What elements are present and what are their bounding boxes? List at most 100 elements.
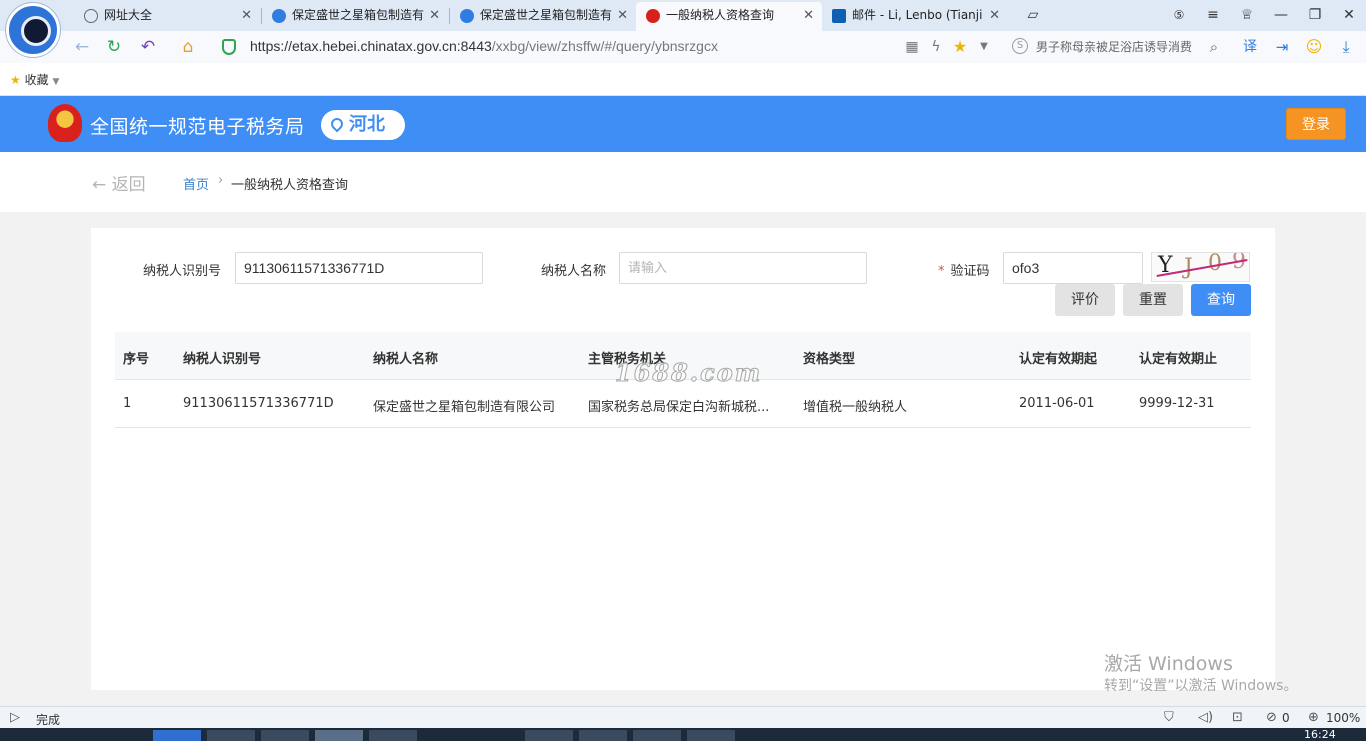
outlook-icon bbox=[832, 9, 846, 23]
tax-emblem-icon bbox=[646, 9, 660, 23]
favorite-star-icon[interactable]: ★ bbox=[948, 35, 972, 59]
taskbar-app[interactable] bbox=[579, 730, 627, 741]
column-header-qualification-type: 资格类型 bbox=[803, 352, 856, 367]
search-icon[interactable]: ⌕ bbox=[1202, 35, 1226, 59]
taskbar-app[interactable] bbox=[153, 730, 201, 741]
url-input[interactable]: https://etax.hebei.chinatax.gov.cn:8443/… bbox=[250, 38, 718, 54]
back-label: 返回 bbox=[111, 175, 146, 195]
search-text: 男子称母亲被足浴店诱导消费 bbox=[1036, 40, 1193, 54]
taskbar-app[interactable] bbox=[687, 730, 735, 741]
browser-logo-icon[interactable] bbox=[6, 3, 60, 57]
table-row: 1 91130611571336771D 保定盛世之星箱包制造有限公司 国家税务… bbox=[115, 380, 1251, 428]
close-icon[interactable]: ✕ bbox=[803, 2, 814, 29]
tab-site-directory[interactable]: 网址大全 ✕ bbox=[74, 2, 260, 31]
region-selector[interactable]: 河北 bbox=[321, 110, 405, 140]
site-title: 全国统一规范电子税务局 bbox=[90, 116, 305, 138]
column-header-index: 序号 bbox=[123, 352, 150, 367]
tab-taxpayer-query[interactable]: 一般纳税人资格查询 ✕ bbox=[636, 2, 822, 31]
shield-icon[interactable]: ⛉ bbox=[1164, 710, 1174, 725]
taskbar-app[interactable] bbox=[207, 730, 255, 741]
restore-icon[interactable]: ❐ bbox=[1298, 0, 1332, 31]
location-pin-icon bbox=[328, 115, 346, 133]
captcha-input[interactable]: ofo3 bbox=[1003, 252, 1143, 284]
taskbar-app[interactable] bbox=[633, 730, 681, 741]
windows-taskbar: 16:24 bbox=[0, 728, 1366, 741]
ad-block-icon[interactable]: ⊘ bbox=[1266, 710, 1277, 725]
captcha-label-text: 验证码 bbox=[950, 264, 990, 279]
back-button[interactable]: ← 返回 bbox=[92, 170, 146, 195]
login-arrow-icon[interactable]: ⇥ bbox=[1270, 35, 1294, 59]
region-label: 河北 bbox=[349, 114, 385, 135]
new-tab-icon[interactable]: ▱ bbox=[1016, 0, 1050, 31]
menu-icon[interactable]: ≡ bbox=[1196, 0, 1230, 31]
lightning-icon[interactable]: ϟ bbox=[924, 35, 948, 59]
url-host: https://etax.hebei.chinatax.gov.cn:8443 bbox=[250, 38, 492, 54]
tab-company-2[interactable]: 保定盛世之星箱包制造有 ✕ bbox=[450, 2, 636, 31]
close-window-icon[interactable]: ✕ bbox=[1332, 0, 1366, 31]
query-button[interactable]: 查询 bbox=[1191, 284, 1251, 316]
login-button[interactable]: 登录 bbox=[1286, 108, 1346, 140]
close-icon[interactable]: ✕ bbox=[241, 2, 252, 29]
bookmarks-bar: ★ 收藏 ▼ bbox=[0, 63, 1366, 96]
column-header-taxpayer-id: 纳税人识别号 bbox=[183, 352, 262, 367]
blocked-count: 0 bbox=[1282, 711, 1290, 725]
favorites-label: 收藏 bbox=[24, 73, 49, 87]
browser-tab-bar: 网址大全 ✕ 保定盛世之星箱包制造有 ✕ 保定盛世之星箱包制造有 ✕ 一般纳税人… bbox=[0, 0, 1366, 31]
arrow-left-icon: ← bbox=[92, 175, 107, 195]
column-header-valid-to: 认定有效期止 bbox=[1139, 352, 1218, 367]
close-icon[interactable]: ✕ bbox=[429, 2, 440, 29]
download-icon[interactable]: ⤓ bbox=[1334, 35, 1358, 59]
search-input[interactable]: S 男子称母亲被足浴店诱导消费 bbox=[1010, 37, 1225, 57]
taxpayer-id-input[interactable]: 91130611571336771D bbox=[235, 252, 483, 284]
tab-label: 邮件 - Li, Lenbo (Tianji bbox=[852, 8, 983, 22]
breadcrumb-home-link[interactable]: 首页 bbox=[183, 174, 209, 193]
tab-mail[interactable]: 邮件 - Li, Lenbo (Tianji ✕ bbox=[822, 2, 1008, 31]
zoom-icon[interactable]: ⊕ bbox=[1308, 710, 1319, 725]
cell-taxpayer-id: 91130611571336771D bbox=[183, 396, 334, 411]
close-icon[interactable]: ✕ bbox=[989, 2, 1000, 29]
taxpayer-id-label: 纳税人识别号 bbox=[143, 264, 222, 279]
taskbar-clock: 16:24 bbox=[1304, 728, 1336, 741]
url-path: /xxbg/view/zhsffw/#/query/ybnsrzgcx bbox=[491, 38, 718, 54]
play-icon[interactable]: ▷ bbox=[10, 710, 20, 725]
globe-icon bbox=[84, 9, 98, 23]
captcha-image[interactable]: Y J 0 9 bbox=[1151, 252, 1250, 282]
tab-label: 一般纳税人资格查询 bbox=[666, 8, 775, 22]
taskbar-app[interactable] bbox=[369, 730, 417, 741]
taskbar-app[interactable] bbox=[315, 730, 363, 741]
skin-icon[interactable]: ♕ bbox=[1230, 0, 1264, 31]
taskbar-app[interactable] bbox=[525, 730, 573, 741]
lock-icon[interactable]: ⊡ bbox=[1232, 710, 1243, 725]
browser-e-icon bbox=[460, 9, 474, 23]
back-arrow-icon[interactable]: ← bbox=[70, 35, 94, 59]
badge-5-icon[interactable]: ⑤ bbox=[1162, 0, 1196, 31]
minimize-icon[interactable]: — bbox=[1264, 0, 1298, 31]
cell-valid-to: 9999-12-31 bbox=[1139, 396, 1215, 411]
cell-tax-authority: 国家税务总局保定白沟新城税... bbox=[588, 400, 770, 415]
tab-label: 网址大全 bbox=[104, 8, 153, 22]
rate-button[interactable]: 评价 bbox=[1055, 284, 1115, 316]
reset-button[interactable]: 重置 bbox=[1123, 284, 1183, 316]
taskbar-app[interactable] bbox=[261, 730, 309, 741]
site-header: 全国统一规范电子税务局 河北 bbox=[0, 96, 1366, 152]
favorites-menu[interactable]: ★ 收藏 ▼ bbox=[10, 71, 59, 88]
cell-qualification-type: 增值税一般纳税人 bbox=[803, 400, 908, 415]
captcha-char: J bbox=[1184, 255, 1193, 280]
translate-icon[interactable]: 译 bbox=[1238, 35, 1262, 59]
qr-code-icon[interactable]: ▦ bbox=[900, 35, 924, 59]
status-text: 完成 bbox=[36, 713, 61, 727]
browser-e-icon bbox=[272, 9, 286, 23]
tab-label: 保定盛世之星箱包制造有 bbox=[480, 8, 613, 22]
close-icon[interactable]: ✕ bbox=[617, 2, 628, 29]
speaker-icon[interactable]: ◁) bbox=[1198, 710, 1213, 725]
emoji-icon[interactable]: ☺ bbox=[1302, 35, 1326, 59]
refresh-icon[interactable]: ↻ bbox=[102, 35, 126, 59]
chevron-down-icon[interactable]: ▼ bbox=[972, 35, 996, 59]
star-icon: ★ bbox=[10, 73, 21, 87]
undo-icon[interactable]: ↶ bbox=[136, 35, 160, 59]
taxpayer-name-input[interactable]: 请输入 bbox=[619, 252, 867, 284]
required-marker: * bbox=[938, 264, 945, 279]
home-icon[interactable]: ⌂ bbox=[176, 35, 200, 59]
zoom-level[interactable]: 100% bbox=[1326, 711, 1360, 725]
tab-company-1[interactable]: 保定盛世之星箱包制造有 ✕ bbox=[262, 2, 448, 31]
